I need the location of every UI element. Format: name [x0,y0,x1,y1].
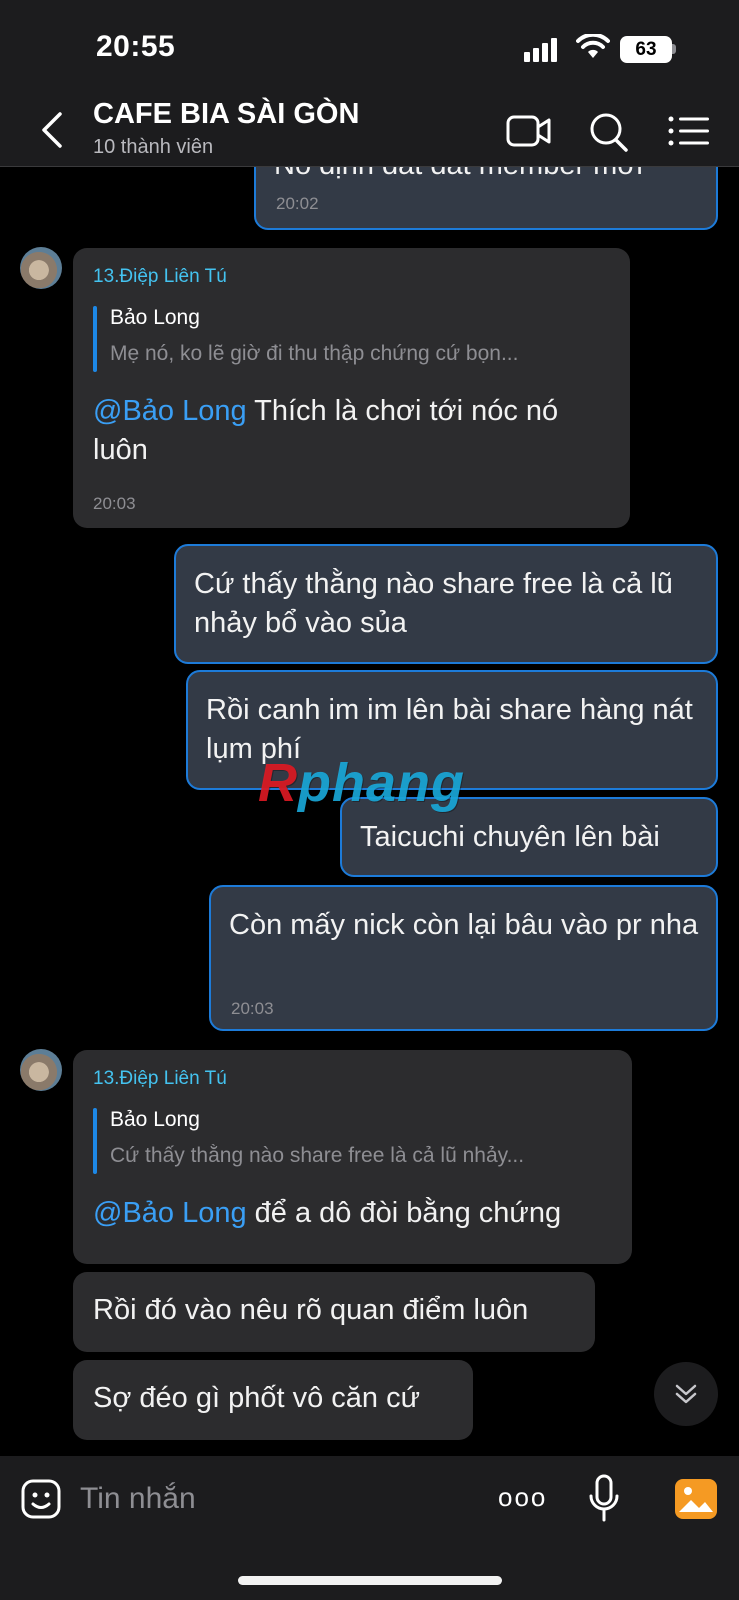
menu-list-icon[interactable] [666,110,712,152]
battery-indicator: 63 [620,36,672,63]
quote-author: Bảo Long [110,306,200,329]
message-text: Rồi đó vào nêu rõ quan điểm luôn [93,1294,529,1326]
home-indicator [238,1576,502,1585]
group-title-text: CAFE BIA SÀI GÒN [93,98,360,130]
quote-bar [93,1108,97,1174]
watermark-logo: Rphang [258,753,465,813]
status-time: 20:55 [96,30,176,63]
incoming-message-bubble[interactable]: 13.Điệp Liên Tú Bảo Long Cứ thấy thằng n… [73,1050,632,1264]
incoming-message-bubble[interactable]: Sợ đéo gì phốt vô căn cứ [73,1360,473,1440]
incoming-message-bubble[interactable]: Rồi đó vào nêu rõ quan điểm luôn [73,1272,595,1352]
message-input[interactable]: Tin nhắn [80,1476,460,1522]
quote-text[interactable]: Mẹ nó, ko lẽ giờ đi thu thập chứng cứ bọ… [110,342,610,366]
quote-author: Bảo Long [110,1108,200,1131]
message-time: 20:03 [231,999,274,1018]
video-call-icon[interactable] [506,110,552,152]
image-gallery-icon[interactable] [674,1478,718,1520]
message-text: @Bảo Long Thích là chơi tới nóc nó luôn [93,392,618,470]
message-text-line1: Thích là chơi tới nóc nó [246,395,559,427]
message-text: Còn mấy nick còn lại bâu vào pr nha [229,909,699,941]
message-text: Taicuchi chuyên lên bài [360,821,660,853]
message-time: 20:02 [276,194,319,213]
quote-text[interactable]: Cứ thấy thằng nào share free là cả lũ nh… [110,1144,615,1168]
member-count-text: 10 thành viên [93,136,214,158]
sender-name[interactable]: 13.Điệp Liên Tú [93,1068,227,1090]
wifi-icon [576,34,610,58]
incoming-message-bubble[interactable]: 13.Điệp Liên Tú Bảo Long Mẹ nó, ko lẽ gi… [73,248,630,528]
mention-link[interactable]: @Bảo Long [93,395,247,427]
message-text: @Bảo Long để a dô đòi bằng chứng [93,1194,561,1233]
avatar[interactable] [20,1049,62,1091]
message-time: 20:03 [93,494,136,513]
outgoing-message-bubble[interactable]: Còn mấy nick còn lại bâu vào pr nha 20:0… [209,885,718,1031]
battery-tip [672,44,676,54]
outgoing-message-bubble[interactable]: Cứ thấy thằng nào share free là cả lũ nh… [174,544,718,664]
search-icon[interactable] [586,110,632,152]
cellular-signal-icon [524,38,557,62]
message-text-body: để a dô đòi bằng chứng [246,1197,562,1229]
microphone-icon[interactable] [588,1474,620,1524]
avatar[interactable] [20,247,62,289]
scroll-to-bottom-button[interactable] [654,1362,718,1426]
message-text-line2: luôn [93,434,148,466]
message-text: Cứ thấy thằng nào share free là cả lũ nh… [194,568,673,639]
more-options-icon[interactable]: ooo [498,1478,547,1516]
double-chevron-down-icon [675,1384,697,1404]
message-text: Sợ đéo gì phốt vô căn cứ [93,1382,421,1414]
mention-link[interactable]: @Bảo Long [93,1197,247,1229]
sticker-emoji-icon[interactable] [20,1478,62,1520]
sender-name[interactable]: 13.Điệp Liên Tú [93,266,227,288]
quote-bar [93,306,97,372]
back-icon[interactable] [34,108,74,152]
